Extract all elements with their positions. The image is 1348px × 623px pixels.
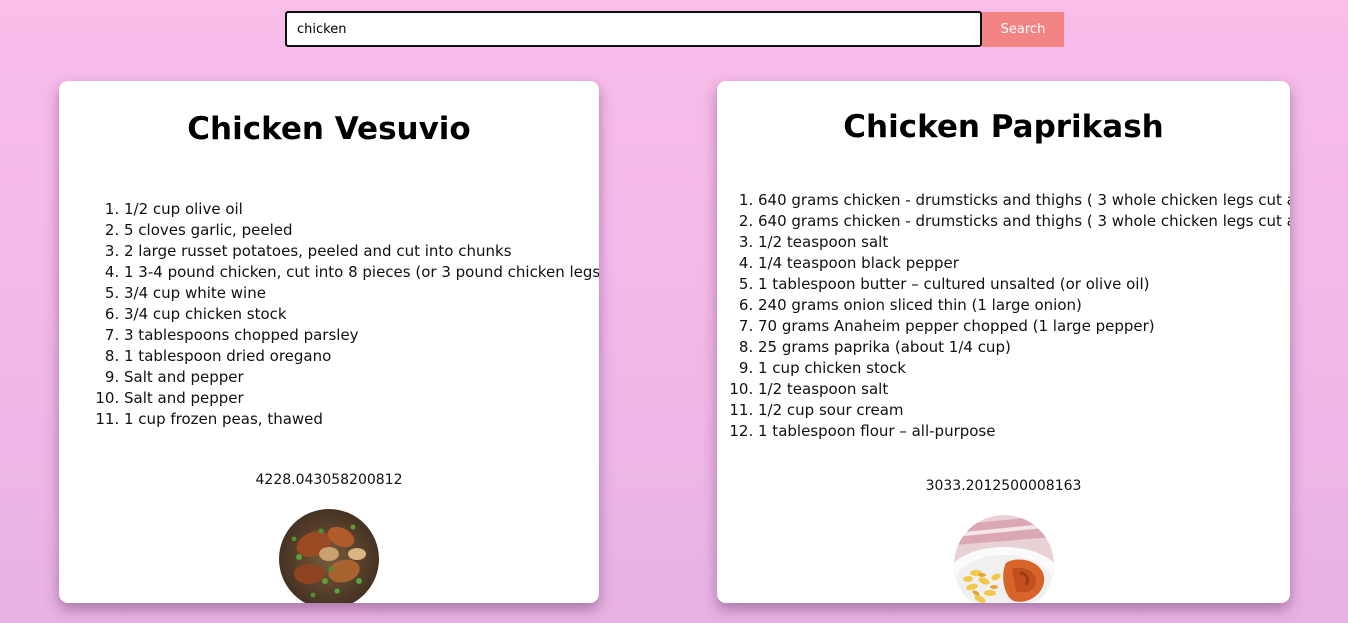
ingredient-item: Salt and pepper xyxy=(124,388,599,409)
ingredient-list: 1/2 cup olive oil 5 cloves garlic, peele… xyxy=(124,199,599,430)
ingredient-item: 640 grams chicken - drumsticks and thigh… xyxy=(758,190,1290,211)
ingredient-item: Salt and pepper xyxy=(124,367,599,388)
recipe-card: Chicken Vesuvio 1/2 cup olive oil 5 clov… xyxy=(59,81,599,603)
ingredient-item: 1/2 cup sour cream xyxy=(758,400,1290,421)
recipe-title: Chicken Paprikash xyxy=(843,109,1164,145)
recipe-calories: 4228.043058200812 xyxy=(255,472,403,488)
recipe-calories: 3033.2012500008163 xyxy=(925,478,1082,494)
ingredient-item: 3 tablespoons chopped parsley xyxy=(124,325,599,346)
search-button[interactable]: Search xyxy=(982,12,1064,47)
ingredient-item: 1/2 teaspoon salt xyxy=(758,379,1290,400)
ingredient-item: 70 grams Anaheim pepper chopped (1 large… xyxy=(758,316,1290,337)
ingredient-item: 1 tablespoon butter – cultured unsalted … xyxy=(758,274,1290,295)
recipe-image xyxy=(953,515,1054,603)
ingredient-item: 1/4 teaspoon black pepper xyxy=(758,253,1290,274)
ingredient-item: 5 cloves garlic, peeled xyxy=(124,220,599,241)
chicken-vesuvio-photo-icon xyxy=(279,509,379,603)
ingredient-item: 3/4 cup chicken stock xyxy=(124,304,599,325)
search-bar: Search xyxy=(285,11,1064,47)
recipe-image xyxy=(279,509,379,603)
recipe-title: Chicken Vesuvio xyxy=(187,111,471,147)
ingredient-item: 240 grams onion sliced thin (1 large oni… xyxy=(758,295,1290,316)
ingredient-item: 1/2 cup olive oil xyxy=(124,199,599,220)
ingredient-item: 1 cup chicken stock xyxy=(758,358,1290,379)
ingredient-item: 1 tablespoon dried oregano xyxy=(124,346,599,367)
ingredient-item: 2 large russet potatoes, peeled and cut … xyxy=(124,241,599,262)
ingredient-item: 1/2 teaspoon salt xyxy=(758,232,1290,253)
ingredient-list: 640 grams chicken - drumsticks and thigh… xyxy=(758,190,1290,442)
ingredient-item: 3/4 cup white wine xyxy=(124,283,599,304)
chicken-paprikash-photo-icon xyxy=(953,515,1054,603)
ingredient-item: 25 grams paprika (about 1/4 cup) xyxy=(758,337,1290,358)
search-input[interactable] xyxy=(285,11,982,47)
ingredient-item: 1 tablespoon flour – all-purpose xyxy=(758,421,1290,442)
ingredient-item: 1 cup frozen peas, thawed xyxy=(124,409,599,430)
recipe-card: Chicken Paprikash 640 grams chicken - dr… xyxy=(717,81,1290,603)
ingredient-item: 1 3-4 pound chicken, cut into 8 pieces (… xyxy=(124,262,599,283)
ingredient-item: 640 grams chicken - drumsticks and thigh… xyxy=(758,211,1290,232)
